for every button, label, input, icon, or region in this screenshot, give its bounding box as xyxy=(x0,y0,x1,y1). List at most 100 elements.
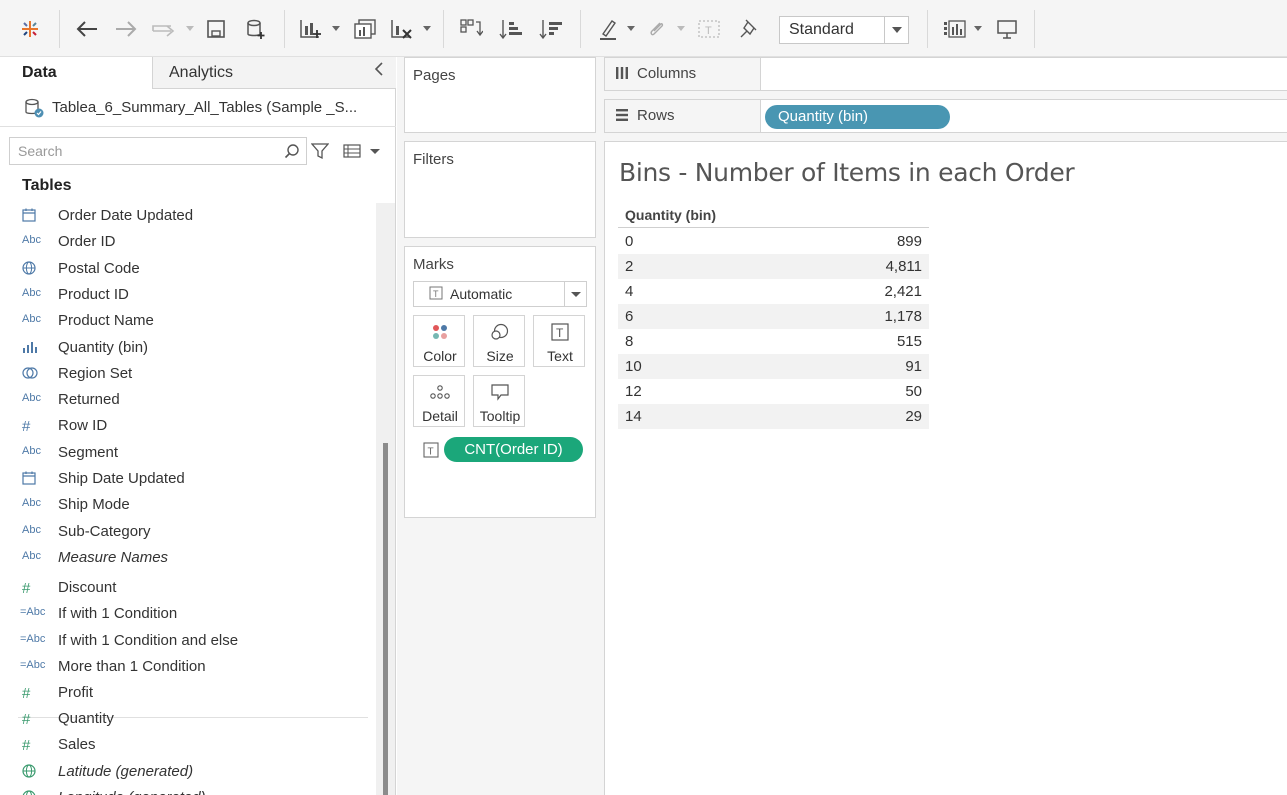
field-item[interactable]: # Sales xyxy=(0,732,372,758)
order-count-value[interactable]: 91 xyxy=(905,358,922,375)
chevron-down-icon[interactable] xyxy=(884,17,908,43)
field-item[interactable]: # Profit xyxy=(0,680,372,706)
table-row[interactable]: 6 1,178 xyxy=(618,304,929,329)
duplicate-sheet-icon[interactable] xyxy=(352,14,378,44)
presentation-mode-icon[interactable] xyxy=(994,14,1020,44)
bin-label[interactable]: 4 xyxy=(625,283,633,300)
field-item[interactable]: Latitude (generated) xyxy=(0,759,372,785)
columns-shelf[interactable]: Columns xyxy=(604,57,1287,91)
field-item[interactable]: Postal Code xyxy=(0,256,372,282)
list-view-icon[interactable] xyxy=(343,144,361,161)
table-row[interactable]: 12 50 xyxy=(618,379,929,404)
field-item[interactable]: Quantity (bin) xyxy=(0,335,372,361)
bin-label[interactable]: 8 xyxy=(625,333,633,350)
field-item[interactable]: Abc Ship Mode xyxy=(0,492,372,518)
search-icon[interactable] xyxy=(284,143,300,162)
view-dropdown-icon[interactable] xyxy=(370,149,380,154)
quantity-bin-pill[interactable]: Quantity (bin) xyxy=(765,105,950,129)
chevron-down-icon[interactable] xyxy=(564,282,586,306)
field-item[interactable]: Abc Segment xyxy=(0,440,372,466)
field-item[interactable]: Abc Measure Names xyxy=(0,545,372,571)
rows-shelf[interactable]: Rows Quantity (bin) xyxy=(604,99,1287,133)
show-labels-icon[interactable]: T xyxy=(696,14,722,44)
detail-button[interactable]: Detail xyxy=(413,375,465,427)
size-button[interactable]: Size xyxy=(473,315,525,367)
field-item[interactable]: # Row ID xyxy=(0,413,372,439)
group-dropdown-icon[interactable] xyxy=(677,26,685,31)
field-item[interactable]: =Abc More than 1 Condition xyxy=(0,654,372,680)
field-item[interactable]: Abc Product ID xyxy=(0,282,372,308)
sort-ascending-icon[interactable] xyxy=(498,14,524,44)
replay-icon[interactable] xyxy=(150,14,180,44)
redo-icon[interactable] xyxy=(113,14,139,44)
field-item[interactable]: # Discount xyxy=(0,575,372,601)
table-row[interactable]: 4 2,421 xyxy=(618,279,929,304)
field-item[interactable]: =Abc If with 1 Condition xyxy=(0,601,372,627)
replay-dropdown-icon[interactable] xyxy=(186,26,194,31)
table-row[interactable]: 8 515 xyxy=(618,329,929,354)
fix-axes-pin-icon[interactable] xyxy=(737,14,759,44)
bin-label[interactable]: 10 xyxy=(625,358,642,375)
order-count-value[interactable]: 50 xyxy=(905,383,922,400)
clear-dropdown-icon[interactable] xyxy=(423,26,431,31)
new-worksheet-icon[interactable] xyxy=(298,14,324,44)
bin-label[interactable]: 12 xyxy=(625,383,642,400)
order-count-value[interactable]: 515 xyxy=(897,333,922,350)
mark-type-select[interactable]: T Automatic xyxy=(413,281,587,307)
show-me-icon[interactable] xyxy=(942,14,968,44)
fit-view-select[interactable]: Standard xyxy=(779,16,909,44)
field-item[interactable]: # Quantity xyxy=(0,706,372,732)
table-row[interactable]: 14 29 xyxy=(618,404,929,429)
table-row[interactable]: 0 899 xyxy=(618,229,929,254)
bin-label[interactable]: 0 xyxy=(625,233,633,250)
datasource-row[interactable]: Tablea_6_Summary_All_Tables (Sample _S..… xyxy=(0,89,396,127)
scrollbar-thumb[interactable] xyxy=(383,443,388,795)
bin-label[interactable]: 2 xyxy=(625,258,633,275)
tableau-logo-icon[interactable] xyxy=(18,14,42,44)
highlight-dropdown-icon[interactable] xyxy=(627,26,635,31)
field-item[interactable]: Abc Order ID xyxy=(0,229,372,255)
field-item[interactable]: Abc Product Name xyxy=(0,308,372,334)
quantity-bin-header[interactable]: Quantity (bin) xyxy=(625,207,716,223)
field-item[interactable]: Longitude (generated) xyxy=(0,785,372,795)
swap-rows-columns-icon[interactable] xyxy=(458,14,484,44)
new-datasource-icon[interactable] xyxy=(244,14,268,44)
text-mark-icon[interactable]: T xyxy=(423,442,439,461)
color-button[interactable]: Color xyxy=(413,315,465,367)
order-count-value[interactable]: 899 xyxy=(897,233,922,250)
cnt-order-id-pill[interactable]: CNT(Order ID) xyxy=(444,437,583,462)
show-me-dropdown-icon[interactable] xyxy=(974,26,982,31)
undo-icon[interactable] xyxy=(74,14,100,44)
bin-label[interactable]: 14 xyxy=(625,408,642,425)
worksheet-title[interactable]: Bins - Number of Items in each Order xyxy=(619,158,1075,187)
table-row[interactable]: 10 91 xyxy=(618,354,929,379)
field-item[interactable]: =Abc If with 1 Condition and else xyxy=(0,628,372,654)
bin-label[interactable]: 6 xyxy=(625,308,633,325)
highlight-icon[interactable] xyxy=(597,14,619,44)
tab-analytics[interactable]: Analytics xyxy=(152,57,396,89)
filters-card[interactable]: Filters xyxy=(404,141,596,238)
order-count-value[interactable]: 29 xyxy=(905,408,922,425)
field-item[interactable]: Region Set xyxy=(0,361,372,387)
text-button[interactable]: T Text xyxy=(533,315,585,367)
tooltip-button[interactable]: Tooltip xyxy=(473,375,525,427)
table-row[interactable]: 2 4,811 xyxy=(618,254,929,279)
save-icon[interactable] xyxy=(204,14,228,44)
search-input[interactable] xyxy=(10,138,280,164)
group-members-icon[interactable] xyxy=(646,14,668,44)
field-item[interactable]: Ship Date Updated xyxy=(0,466,372,492)
chevron-left-icon[interactable] xyxy=(374,62,384,81)
tab-data[interactable]: Data xyxy=(0,57,152,89)
field-item[interactable]: Abc Returned xyxy=(0,387,372,413)
clear-sheet-icon[interactable] xyxy=(389,14,415,44)
field-item[interactable]: Order Date Updated xyxy=(0,203,372,229)
field-list-scrollbar[interactable] xyxy=(376,203,395,795)
order-count-value[interactable]: 1,178 xyxy=(884,308,922,325)
field-item[interactable]: Abc Sub-Category xyxy=(0,519,372,545)
order-count-value[interactable]: 4,811 xyxy=(886,258,922,275)
new-worksheet-dropdown-icon[interactable] xyxy=(332,26,340,31)
order-count-value[interactable]: 2,421 xyxy=(884,283,922,300)
pages-card[interactable]: Pages xyxy=(404,57,596,133)
sort-descending-icon[interactable] xyxy=(538,14,564,44)
filter-icon[interactable] xyxy=(310,142,330,163)
